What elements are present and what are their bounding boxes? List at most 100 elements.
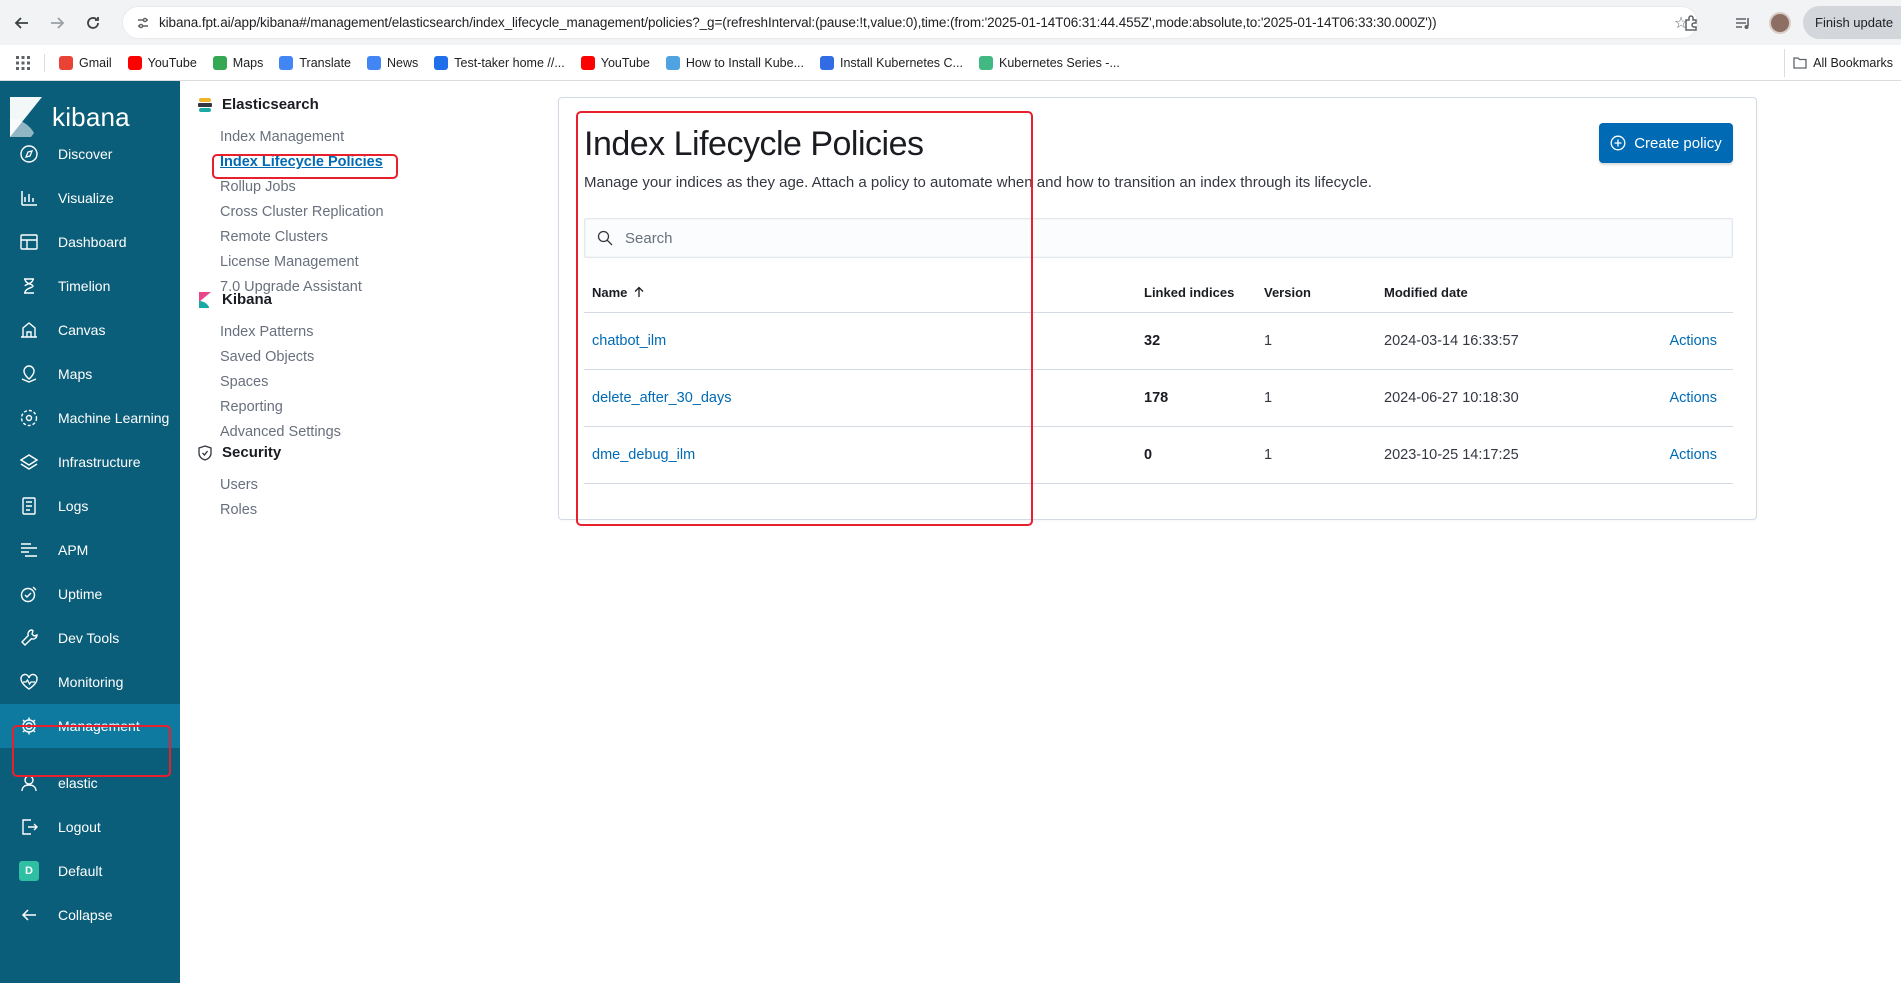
reload-icon — [87, 17, 99, 29]
site-info-icon[interactable] — [127, 6, 159, 39]
apps-grid-icon[interactable] — [0, 49, 38, 77]
mgmt-link-spaces[interactable]: Spaces — [220, 374, 268, 390]
nav-item-label: Logs — [58, 498, 89, 514]
nav-item-timelion[interactable]: Timelion — [0, 264, 180, 308]
finish-update-button[interactable]: Finish update ⋮ — [1803, 6, 1901, 39]
kibana-icon — [198, 291, 212, 308]
nav-item-infrastructure[interactable]: Infrastructure — [0, 440, 180, 484]
create-policy-button[interactable]: Create policy — [1599, 123, 1733, 163]
nav-item-elastic[interactable]: elastic — [0, 761, 180, 805]
address-bar[interactable]: kibana.fpt.ai/app/kibana#/management/ela… — [122, 6, 1698, 39]
bookmark-item[interactable]: Maps — [205, 49, 272, 77]
nav-item-machine-learning[interactable]: Machine Learning — [0, 396, 180, 440]
sort-ascending-icon[interactable] — [633, 286, 645, 298]
column-linked-indices[interactable]: Linked indices — [1144, 285, 1264, 300]
mgmt-link-index-management[interactable]: Index Management — [220, 129, 344, 145]
finish-update-label: Finish update — [1815, 15, 1894, 30]
forward-button[interactable] — [44, 10, 70, 36]
mgmt-link-saved-objects[interactable]: Saved Objects — [220, 349, 314, 365]
bookmark-item[interactable]: Install Kubernetes C... — [812, 49, 971, 77]
version-value: 1 — [1264, 333, 1273, 349]
mgmt-link-remote-clusters[interactable]: Remote Clusters — [220, 229, 328, 245]
cloud-icon — [665, 56, 680, 70]
bookmark-label: Translate — [299, 56, 352, 70]
mgmt-link-roles[interactable]: Roles — [220, 502, 257, 518]
table-body: chatbot_ilm 32 1 2024-03-14 16:33:57 Act… — [584, 313, 1733, 484]
nav-item-dev-tools[interactable]: Dev Tools — [0, 616, 180, 660]
linked-indices-value: 32 — [1144, 333, 1161, 349]
page-title: Index Lifecycle Policies — [584, 125, 924, 163]
bookmark-item[interactable]: Gmail — [51, 49, 120, 77]
section-security: Security — [198, 444, 281, 461]
actions-button[interactable]: Actions — [1669, 447, 1717, 463]
maps-icon — [212, 56, 227, 70]
section-elasticsearch: Elasticsearch — [198, 96, 319, 113]
nav-item-apm[interactable]: APM — [0, 528, 180, 572]
bookmark-item[interactable]: YouTube — [120, 49, 205, 77]
column-name[interactable]: Name — [584, 285, 1144, 300]
nav-item-canvas[interactable]: Canvas — [0, 308, 180, 352]
forward-arrow-icon — [51, 17, 65, 29]
actions-button[interactable]: Actions — [1669, 333, 1717, 349]
mgmt-link-advanced-settings[interactable]: Advanced Settings — [220, 424, 341, 440]
reload-button[interactable] — [80, 10, 106, 36]
nav-item-dashboard[interactable]: Dashboard — [0, 220, 180, 264]
media-control-icon[interactable] — [1732, 12, 1754, 34]
nav-item-visualize[interactable]: Visualize — [0, 176, 180, 220]
youtube-icon — [127, 56, 142, 70]
mgmt-link-index-lifecycle-policies[interactable]: Index Lifecycle Policies — [220, 154, 383, 170]
modified-date-value: 2024-06-27 10:18:30 — [1384, 390, 1519, 406]
dashboard-icon — [0, 232, 58, 252]
nav-item-label: Canvas — [58, 322, 106, 338]
policy-name-link[interactable]: dme_debug_ilm — [592, 447, 695, 463]
policies-panel: Index Lifecycle Policies Manage your ind… — [558, 97, 1757, 520]
bookmark-item[interactable]: YouTube — [573, 49, 658, 77]
bookmark-item[interactable]: News — [359, 49, 426, 77]
extensions-icon[interactable] — [1680, 12, 1702, 34]
bookmark-item[interactable]: How to Install Kube... — [658, 49, 812, 77]
visualize-icon — [0, 188, 58, 208]
profile-avatar[interactable] — [1769, 12, 1791, 34]
nav-item-collapse[interactable]: Collapse — [0, 893, 180, 937]
column-version[interactable]: Version — [1264, 285, 1384, 300]
bookmark-label: Install Kubernetes C... — [840, 56, 963, 70]
bookmark-label: News — [387, 56, 419, 70]
mgmt-link-reporting[interactable]: Reporting — [220, 399, 283, 415]
all-bookmarks-button[interactable]: All Bookmarks — [1784, 49, 1901, 77]
column-modified-date[interactable]: Modified date — [1384, 285, 1664, 300]
mgmt-link-rollup-jobs[interactable]: Rollup Jobs — [220, 179, 296, 195]
back-arrow-icon — [14, 17, 28, 29]
mgmt-link-license-management[interactable]: License Management — [220, 254, 359, 270]
logs-icon — [0, 496, 58, 516]
mgmt-link-index-patterns[interactable]: Index Patterns — [220, 324, 314, 340]
nav-item-discover[interactable]: Discover — [0, 132, 180, 176]
nav-item-uptime[interactable]: Uptime — [0, 572, 180, 616]
policy-name-link[interactable]: chatbot_ilm — [592, 333, 666, 349]
translate-icon — [279, 56, 294, 70]
mgmt-link-cross-cluster-replication[interactable]: Cross Cluster Replication — [220, 204, 384, 220]
search-input[interactable] — [625, 229, 1705, 247]
bookmarks-separator — [44, 54, 45, 72]
policy-name-link[interactable]: delete_after_30_days — [592, 390, 731, 406]
bookmark-item[interactable]: Test-taker home //... — [426, 49, 572, 77]
nav-item-management[interactable]: Management — [0, 704, 180, 748]
nav-item-default[interactable]: D Default — [0, 849, 180, 893]
mgmt-link-users[interactable]: Users — [220, 477, 258, 493]
apm-icon — [0, 540, 58, 560]
bookmark-item[interactable]: Translate — [271, 49, 359, 77]
canvas-icon — [0, 320, 58, 340]
nav-item-monitoring[interactable]: Monitoring — [0, 660, 180, 704]
nav-item-logs[interactable]: Logs — [0, 484, 180, 528]
compass-icon — [0, 144, 58, 164]
bookmark-label: YouTube — [600, 56, 650, 70]
url-text[interactable]: kibana.fpt.ai/app/kibana#/management/ela… — [159, 15, 1665, 30]
search-field[interactable] — [584, 218, 1733, 258]
back-button[interactable] — [9, 10, 35, 36]
nav-item-logout[interactable]: Logout — [0, 805, 180, 849]
table-row: dme_debug_ilm 0 1 2023-10-25 14:17:25 Ac… — [584, 427, 1733, 484]
nav-item-maps[interactable]: Maps — [0, 352, 180, 396]
table-row: chatbot_ilm 32 1 2024-03-14 16:33:57 Act… — [584, 313, 1733, 370]
kubernetes-icon — [820, 56, 834, 70]
actions-button[interactable]: Actions — [1669, 390, 1717, 406]
bookmark-item[interactable]: Kubernetes Series -... — [971, 49, 1128, 77]
